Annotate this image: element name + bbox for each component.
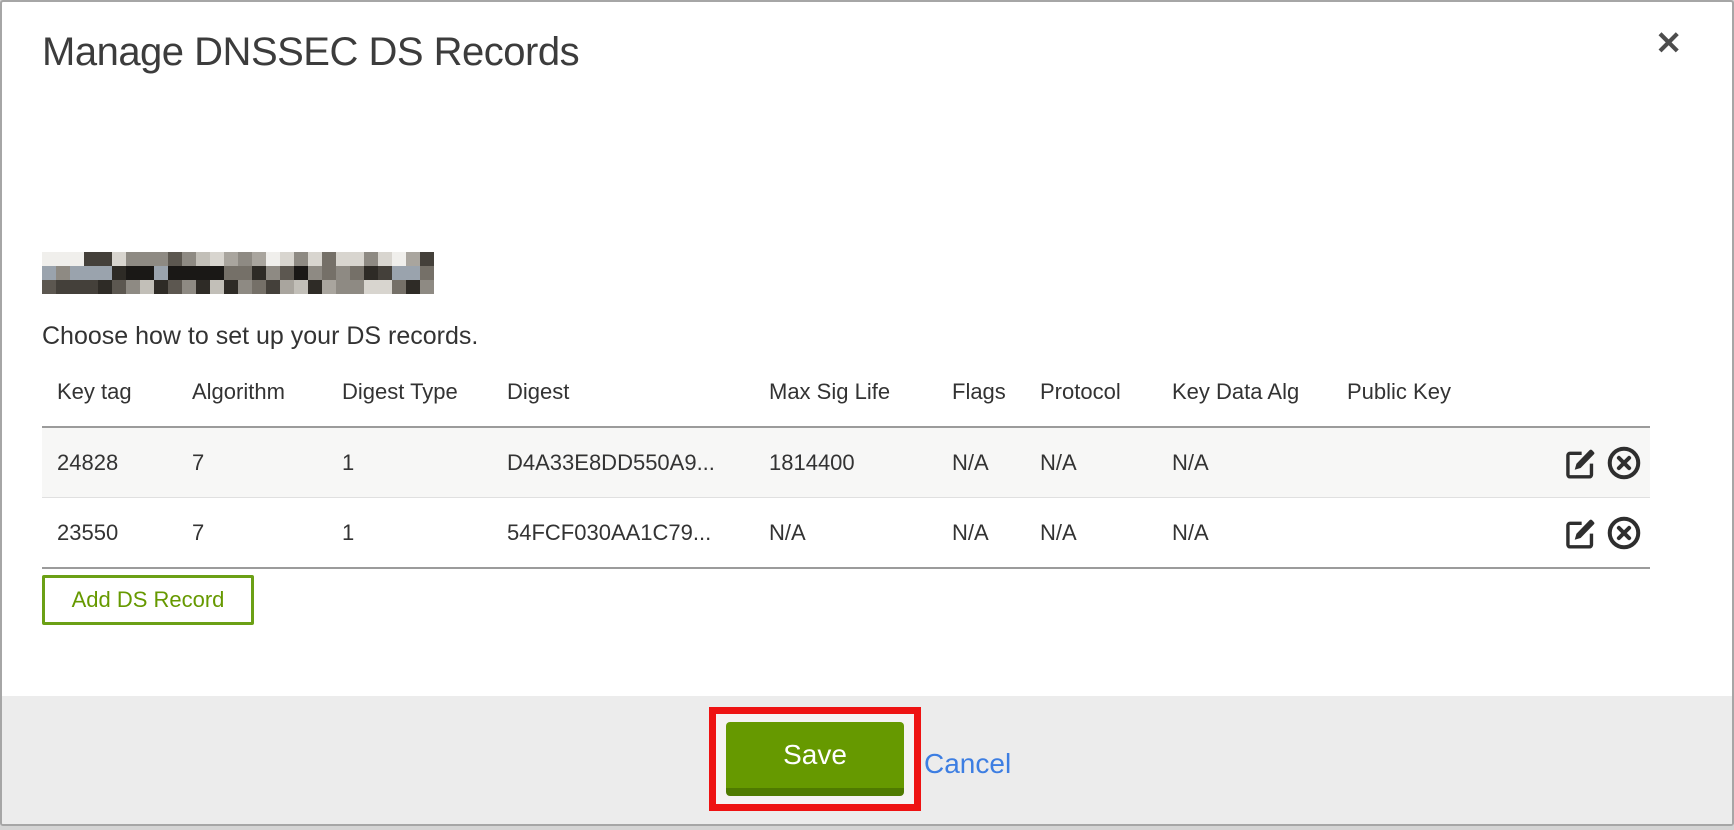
delete-icon	[1606, 469, 1642, 484]
cell-protocol: N/A	[1025, 498, 1157, 569]
edit-record-button[interactable]	[1564, 446, 1598, 480]
cell-digest-type: 1	[327, 427, 492, 498]
cell-actions	[1502, 498, 1650, 569]
header-key-tag: Key tag	[42, 364, 177, 427]
cell-algorithm: 7	[177, 498, 327, 569]
edit-icon	[1564, 538, 1598, 553]
delete-record-button[interactable]	[1606, 515, 1642, 551]
ds-record-row: 24828 7 1 D4A33E8DD550A9... 1814400 N/A …	[42, 427, 1650, 498]
redacted-domain-name	[42, 252, 434, 294]
header-flags: Flags	[937, 364, 1025, 427]
cell-protocol: N/A	[1025, 427, 1157, 498]
header-algorithm: Algorithm	[177, 364, 327, 427]
edit-icon	[1564, 468, 1598, 483]
cell-max-sig-life: N/A	[754, 498, 937, 569]
add-ds-record-button[interactable]: Add DS Record	[42, 575, 254, 625]
cell-digest: 54FCF030AA1C79...	[492, 498, 754, 569]
cancel-link[interactable]: Cancel	[924, 748, 1011, 780]
header-actions	[1502, 364, 1650, 427]
manage-dnssec-ds-records-dialog: Manage DNSSEC DS Records ✕ Choose how to…	[0, 0, 1734, 826]
header-public-key: Public Key	[1332, 364, 1502, 427]
header-digest: Digest	[492, 364, 754, 427]
cell-digest-type: 1	[327, 498, 492, 569]
cell-key-tag: 24828	[42, 427, 177, 498]
cell-key-tag: 23550	[42, 498, 177, 569]
save-button[interactable]: Save	[726, 722, 904, 796]
cell-public-key	[1332, 427, 1502, 498]
header-max-sig-life: Max Sig Life	[754, 364, 937, 427]
header-protocol: Protocol	[1025, 364, 1157, 427]
header-key-data-alg: Key Data Alg	[1157, 364, 1332, 427]
edit-record-button[interactable]	[1564, 516, 1598, 550]
ds-records-body: 24828 7 1 D4A33E8DD550A9... 1814400 N/A …	[42, 427, 1650, 568]
cell-flags: N/A	[937, 427, 1025, 498]
cell-digest: D4A33E8DD550A9...	[492, 427, 754, 498]
setup-instruction-text: Choose how to set up your DS records.	[42, 322, 478, 351]
delete-icon	[1606, 539, 1642, 554]
cell-public-key	[1332, 498, 1502, 569]
ds-records-table: Key tag Algorithm Digest Type Digest Max…	[42, 364, 1650, 569]
cell-max-sig-life: 1814400	[754, 427, 937, 498]
cell-key-data-alg: N/A	[1157, 427, 1332, 498]
cell-actions	[1502, 427, 1650, 498]
ds-record-row: 23550 7 1 54FCF030AA1C79... N/A N/A N/A …	[42, 498, 1650, 569]
header-digest-type: Digest Type	[327, 364, 492, 427]
cell-flags: N/A	[937, 498, 1025, 569]
dialog-title: Manage DNSSEC DS Records	[42, 30, 579, 75]
cell-key-data-alg: N/A	[1157, 498, 1332, 569]
red-highlight-annotation: Save	[709, 707, 921, 811]
cell-algorithm: 7	[177, 427, 327, 498]
table-header-row: Key tag Algorithm Digest Type Digest Max…	[42, 364, 1650, 427]
close-icon[interactable]: ✕	[1649, 26, 1688, 60]
delete-record-button[interactable]	[1606, 445, 1642, 481]
